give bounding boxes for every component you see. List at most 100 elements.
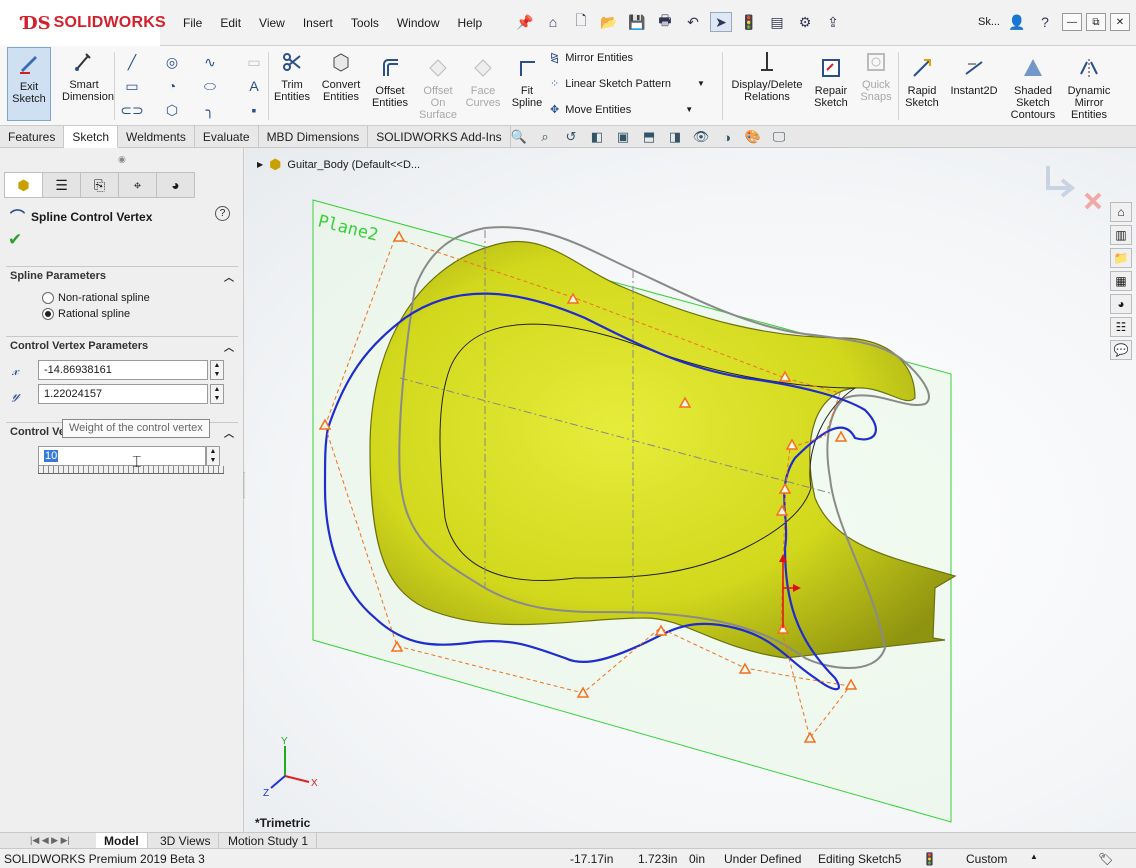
tab-motion-study-1[interactable]: Motion Study 1 [220,833,318,849]
exit-sketch-button[interactable]: Exit Sketch [7,47,51,121]
view-orientation-icon[interactable]: ⬒ [640,128,658,146]
solidworks-logo[interactable]: ƊS SOLIDWORKS [0,0,166,46]
panel-handle-icon[interactable]: ◉ [118,154,126,165]
menu-edit[interactable]: Edit [220,16,241,30]
chevron-up-icon[interactable]: ▲ [1030,852,1038,861]
minimize-icon[interactable]: — [1062,13,1082,31]
tab-scroll-arrows[interactable]: |◀ ◀ ▶ ▶| [30,835,70,846]
polygon-icon[interactable]: ⬡ [162,100,182,120]
vertex-weight-slider[interactable] [38,466,224,474]
plane-icon[interactable]: ▭ [244,52,264,72]
vertex-weight-spinner[interactable]: ▲ ▼ [206,446,220,466]
view-settings-icon[interactable]: 🖵 [770,128,788,146]
fillet-icon[interactable]: ╮ [200,100,220,120]
trim-entities-button[interactable]: Trim Entities [272,50,312,103]
menu-window[interactable]: Window [397,16,440,30]
vertex-y-input[interactable]: 1.22024157 [38,384,208,404]
vertex-x-spinner[interactable]: ▲ ▼ [210,360,224,380]
undo-icon[interactable]: ↶ [682,12,704,32]
dimxpert-manager-tab[interactable]: ⌖ [118,172,157,198]
restore-icon[interactable]: ⧉ [1086,13,1106,31]
vertex-weight-input[interactable]: 10 [38,446,206,466]
close-icon[interactable]: ✕ [1110,13,1130,31]
dynamic-mirror-entities-button[interactable]: Dynamic Mirror Entities [1062,56,1116,121]
ellipse-icon[interactable]: ⬭ [200,76,220,96]
rapid-sketch-button[interactable]: Rapid Sketch [900,56,944,109]
tab-weldments[interactable]: Weldments [118,126,195,148]
display-style-icon[interactable]: ◨ [666,128,684,146]
line-icon[interactable]: ╱ [122,52,142,72]
display-delete-relations-button[interactable]: Display/Delete Relations [728,50,806,103]
ok-checkmark-icon[interactable]: ✔ [8,230,22,250]
units-selector[interactable]: Custom [966,852,1007,866]
feature-manager-tab[interactable]: ⬢ [4,172,43,198]
print-icon[interactable]: 🖶 [654,12,676,32]
vertex-x-input[interactable]: -14.86938161 [38,360,208,380]
new-document-icon[interactable]: 🗋 [570,12,592,32]
spline-parameters-header[interactable]: Spline Parameters ︿ [6,266,238,286]
face-curves-button[interactable]: Face Curves [462,56,504,109]
options-gear-icon[interactable]: ⚙ [794,12,816,32]
display-manager-tab[interactable]: ◕ [156,172,195,198]
menu-view[interactable]: View [259,16,285,30]
tab-features[interactable]: Features [0,126,65,148]
help-icon[interactable]: ? [215,206,230,221]
rebuild-traffic-light-icon[interactable]: 🚦 [922,852,937,866]
smart-dimension-button[interactable]: Smart Dimension [62,50,114,103]
tag-icon[interactable]: 🏷 [1098,852,1113,866]
share-icon[interactable]: ⇪ [822,12,844,32]
save-icon[interactable]: 💾 [626,12,648,32]
vertex-y-spinner[interactable]: ▲ ▼ [210,384,224,404]
rational-spline-radio[interactable]: Rational spline [42,308,130,320]
scenes-icon[interactable]: 🎨 [744,128,762,146]
traffic-light-icon[interactable]: 🚦 [738,12,760,32]
tab-evaluate[interactable]: Evaluate [195,126,259,148]
instant2d-button[interactable]: Instant2D [946,56,1002,97]
chevron-down-icon[interactable]: ▼ [697,79,705,88]
tab-3d-views[interactable]: 3D Views [152,833,220,849]
section-view-icon[interactable]: ◧ [588,128,606,146]
circle-icon[interactable]: ◎ [162,52,182,72]
chevron-up-icon[interactable]: ︿ [224,425,234,440]
select-cursor-icon[interactable]: ➤ [710,12,732,32]
property-manager-tab[interactable]: ☰ [42,172,81,198]
graphics-area[interactable]: ▶ ⬢ Guitar_Body (Default<<D... ⌂ ▥ 📁 ▦ ◕… [245,148,1136,832]
search-box[interactable]: Sk... [978,16,1000,28]
menu-tools[interactable]: Tools [351,16,379,30]
chevron-down-icon[interactable]: ▼ [685,105,693,114]
tab-solidworks-add-ins[interactable]: SOLIDWORKS Add-Ins [368,126,511,148]
point-icon[interactable]: ▪ [244,100,264,120]
menu-insert[interactable]: Insert [303,16,333,30]
control-vertex-parameters-header[interactable]: Control Vertex Parameters ︿ [6,336,238,356]
edit-appearance-icon[interactable]: ◑ [718,128,736,146]
rectangle-icon[interactable]: ▭ [122,76,142,96]
chevron-up-icon[interactable]: ︿ [224,339,234,354]
text-icon[interactable]: A [244,76,264,96]
pin-icon[interactable]: 📌 [514,12,536,32]
arc-icon[interactable]: ◔ [162,76,182,96]
tab-model[interactable]: Model [96,833,148,849]
mirror-entities-button[interactable]: ⧎ Mirror Entities [550,51,633,65]
user-icon[interactable]: 👤 [1006,12,1028,32]
move-entities-button[interactable]: ✥ Move Entities ▼ [550,103,693,117]
linear-sketch-pattern-button[interactable]: ⁘ Linear Sketch Pattern ▼ [550,77,705,91]
shaded-sketch-contours-button[interactable]: Shaded Sketch Contours [1006,56,1060,121]
file-properties-icon[interactable]: ▤ [766,12,788,32]
menu-help[interactable]: Help [458,16,483,30]
previous-view-icon[interactable]: ↺ [562,128,580,146]
help-icon[interactable]: ? [1034,12,1056,32]
configuration-manager-tab[interactable]: ⎘ [80,172,119,198]
zoom-to-area-icon[interactable]: ⌕ [536,128,554,146]
dynamic-annotation-icon[interactable]: ▣ [614,128,632,146]
spline-icon[interactable]: ∿ [200,52,220,72]
convert-entities-button[interactable]: Convert Entities [318,50,364,103]
repair-sketch-button[interactable]: Repair Sketch [810,56,852,109]
quick-snaps-button[interactable]: Quick Snaps [856,50,896,103]
offset-on-surface-button[interactable]: Offset On Surface [416,56,460,121]
chevron-up-icon[interactable]: ︿ [224,269,234,284]
non-rational-spline-radio[interactable]: Non-rational spline [42,292,150,304]
home-icon[interactable]: ⌂ [542,12,564,32]
zoom-to-fit-icon[interactable]: 🔍 [510,128,528,146]
fit-spline-button[interactable]: Fit Spline [508,56,546,109]
tab-mbd-dimensions[interactable]: MBD Dimensions [259,126,369,148]
